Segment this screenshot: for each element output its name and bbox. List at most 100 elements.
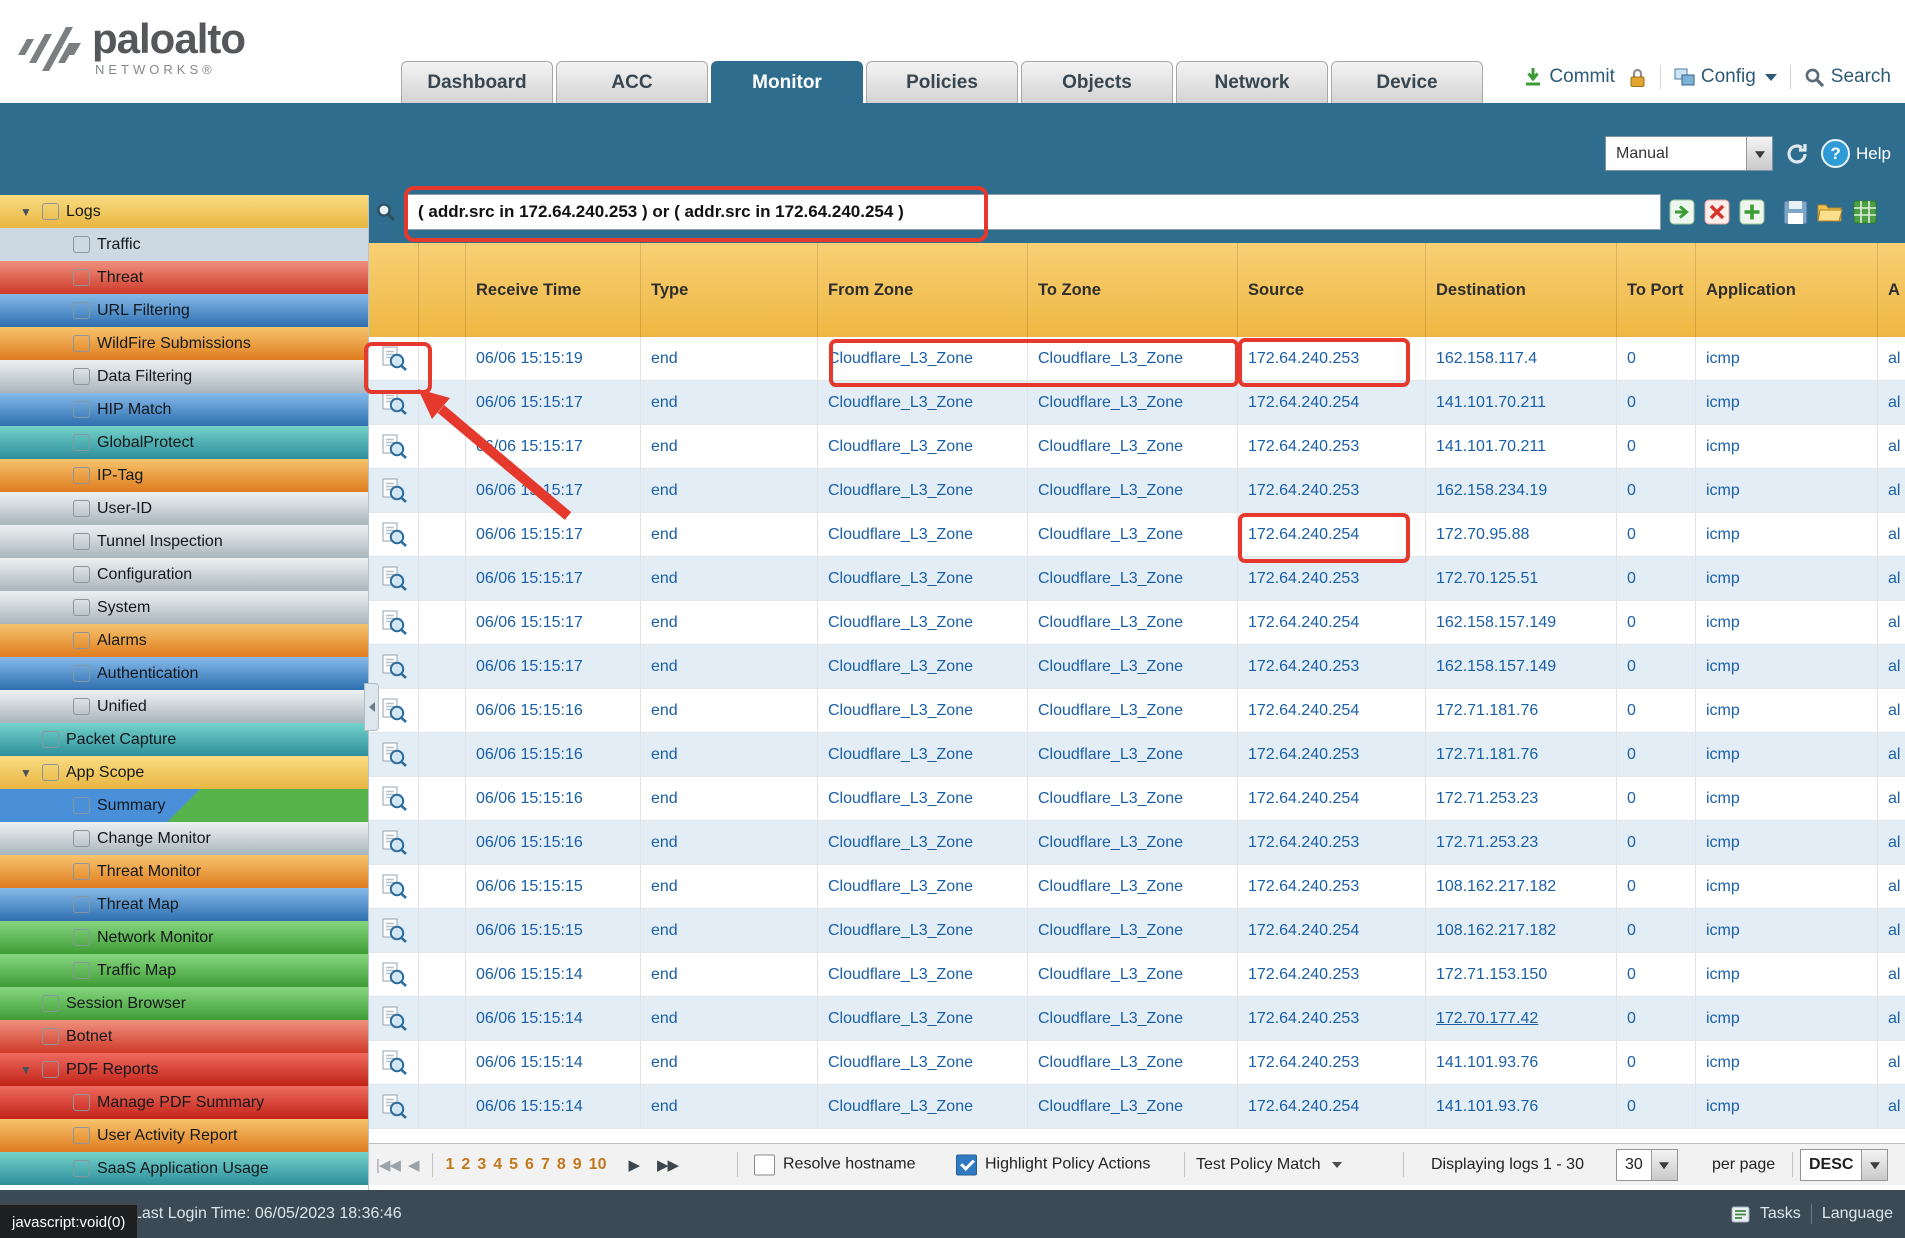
resolve-hostname-checkbox[interactable] [754,1154,775,1175]
to-port-cell[interactable]: 0 [1617,513,1696,557]
destination-cell[interactable]: 141.101.70.211 [1426,381,1617,425]
application-cell[interactable]: icmp [1696,909,1878,953]
to-zone-cell[interactable]: Cloudflare_L3_Zone [1028,425,1238,469]
sidebar-item[interactable]: System [0,591,368,624]
commit-button[interactable]: Commit [1523,66,1614,88]
sidebar-item[interactable]: HIP Match [0,393,368,426]
to-port-cell[interactable]: 0 [1617,821,1696,865]
type-cell[interactable]: end [641,381,818,425]
row-detail-button[interactable] [368,865,419,909]
sidebar-item[interactable]: Network Monitor [0,921,368,954]
destination-cell[interactable]: 162.158.117.4 [1426,337,1617,381]
action-cell[interactable]: al [1878,1041,1905,1085]
action-cell[interactable]: al [1878,425,1905,469]
add-filter-icon[interactable] [1738,198,1766,226]
refresh-mode-dropdown-button[interactable] [1746,137,1772,170]
destination-cell[interactable]: 141.101.70.211 [1426,425,1617,469]
save-filter-icon[interactable] [1781,198,1809,226]
column-header-to-port[interactable]: To Port [1617,243,1696,337]
sidebar-item[interactable]: User-ID [0,492,368,525]
sidebar-item[interactable]: ▼ PDF Reports [0,1053,368,1086]
action-cell[interactable]: al [1878,469,1905,513]
page-size-dropdown-button[interactable] [1651,1150,1677,1180]
to-port-cell[interactable]: 0 [1617,689,1696,733]
tree-expander-icon[interactable]: ▼ [20,1063,42,1077]
destination-cell[interactable]: 141.101.93.76 [1426,1085,1617,1129]
receive-time-cell[interactable]: 06/06 15:15:17 [466,645,641,689]
page-number[interactable]: 7 [541,1156,550,1174]
action-cell[interactable]: al [1878,865,1905,909]
column-header-type[interactable]: Type [641,243,818,337]
action-cell[interactable]: al [1878,777,1905,821]
sidebar-item[interactable]: GlobalProtect [0,426,368,459]
sidebar-item[interactable]: Packet Capture [0,723,368,756]
source-cell[interactable]: 172.64.240.254 [1238,513,1426,557]
from-zone-cell[interactable]: Cloudflare_L3_Zone [818,777,1028,821]
action-cell[interactable]: al [1878,337,1905,381]
source-cell[interactable]: 172.64.240.253 [1238,557,1426,601]
from-zone-cell[interactable]: Cloudflare_L3_Zone [818,645,1028,689]
receive-time-cell[interactable]: 06/06 15:15:16 [466,821,641,865]
sidebar-collapse-handle[interactable] [364,683,379,731]
language-button[interactable]: Language [1822,1205,1893,1223]
sidebar-item[interactable]: Traffic [0,228,368,261]
to-port-cell[interactable]: 0 [1617,777,1696,821]
page-number[interactable]: 8 [557,1156,566,1174]
row-detail-button[interactable] [368,733,419,777]
type-cell[interactable]: end [641,337,818,381]
action-cell[interactable]: al [1878,513,1905,557]
source-cell[interactable]: 172.64.240.253 [1238,997,1426,1041]
application-cell[interactable]: icmp [1696,469,1878,513]
destination-cell[interactable]: 172.70.95.88 [1426,513,1617,557]
to-port-cell[interactable]: 0 [1617,425,1696,469]
nav-tab[interactable]: Objects [1021,61,1173,103]
sidebar-item[interactable]: Alarms [0,624,368,657]
application-cell[interactable]: icmp [1696,865,1878,909]
to-zone-cell[interactable]: Cloudflare_L3_Zone [1028,733,1238,777]
application-cell[interactable]: icmp [1696,1041,1878,1085]
destination-cell[interactable]: 172.70.125.51 [1426,557,1617,601]
from-zone-cell[interactable]: Cloudflare_L3_Zone [818,909,1028,953]
application-cell[interactable]: icmp [1696,689,1878,733]
application-cell[interactable]: icmp [1696,777,1878,821]
receive-time-cell[interactable]: 06/06 15:15:17 [466,469,641,513]
to-port-cell[interactable]: 0 [1617,337,1696,381]
receive-time-cell[interactable]: 06/06 15:15:19 [466,337,641,381]
action-cell[interactable]: al [1878,733,1905,777]
source-cell[interactable]: 172.64.240.253 [1238,425,1426,469]
sidebar-item[interactable]: IP-Tag [0,459,368,492]
sidebar-item[interactable]: Unified [0,690,368,723]
action-cell[interactable]: al [1878,689,1905,733]
application-cell[interactable]: icmp [1696,1085,1878,1129]
row-detail-button[interactable] [368,953,419,997]
destination-cell[interactable]: 172.71.181.76 [1426,733,1617,777]
row-detail-button[interactable] [368,777,419,821]
from-zone-cell[interactable]: Cloudflare_L3_Zone [818,953,1028,997]
action-cell[interactable]: al [1878,821,1905,865]
nav-tab[interactable]: Network [1176,61,1328,103]
source-cell[interactable]: 172.64.240.254 [1238,777,1426,821]
from-zone-cell[interactable]: Cloudflare_L3_Zone [818,381,1028,425]
type-cell[interactable]: end [641,469,818,513]
sidebar-item[interactable]: Session Browser [0,987,368,1020]
receive-time-cell[interactable]: 06/06 15:15:14 [466,997,641,1041]
type-cell[interactable]: end [641,777,818,821]
application-cell[interactable]: icmp [1696,821,1878,865]
to-zone-cell[interactable]: Cloudflare_L3_Zone [1028,645,1238,689]
source-cell[interactable]: 172.64.240.254 [1238,909,1426,953]
sidebar-item[interactable]: User Activity Report [0,1119,368,1152]
from-zone-cell[interactable]: Cloudflare_L3_Zone [818,1041,1028,1085]
receive-time-cell[interactable]: 06/06 15:15:15 [466,909,641,953]
source-cell[interactable]: 172.64.240.253 [1238,865,1426,909]
row-detail-button[interactable] [368,469,419,513]
source-cell[interactable]: 172.64.240.254 [1238,601,1426,645]
action-cell[interactable]: al [1878,645,1905,689]
application-cell[interactable]: icmp [1696,513,1878,557]
destination-cell[interactable]: 172.71.181.76 [1426,689,1617,733]
export-csv-icon[interactable] [1851,198,1879,226]
type-cell[interactable]: end [641,601,818,645]
help-button[interactable]: Help [1821,139,1891,168]
receive-time-cell[interactable]: 06/06 15:15:17 [466,557,641,601]
type-cell[interactable]: end [641,733,818,777]
tasks-button[interactable]: Tasks [1760,1205,1801,1223]
